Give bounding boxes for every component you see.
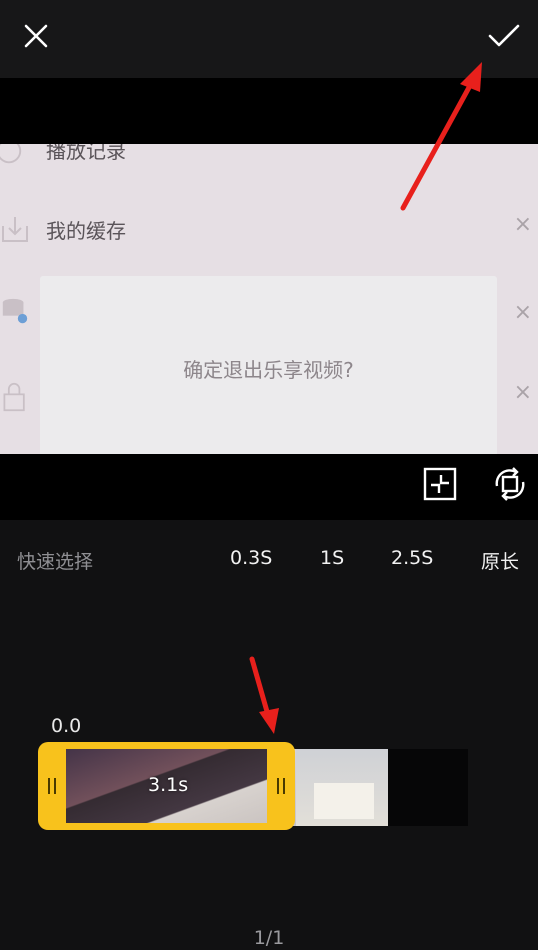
annotation-arrow	[249, 656, 271, 718]
arrowhead	[259, 708, 279, 734]
annotation-arrow	[400, 79, 475, 211]
annotation-arrows	[249, 62, 482, 734]
arrowhead	[460, 62, 482, 92]
video-crop-screen: 播放记录 我的缓存 × × × 确定退出乐享视频? 快速选择 0.3S 1S 2…	[0, 0, 538, 950]
